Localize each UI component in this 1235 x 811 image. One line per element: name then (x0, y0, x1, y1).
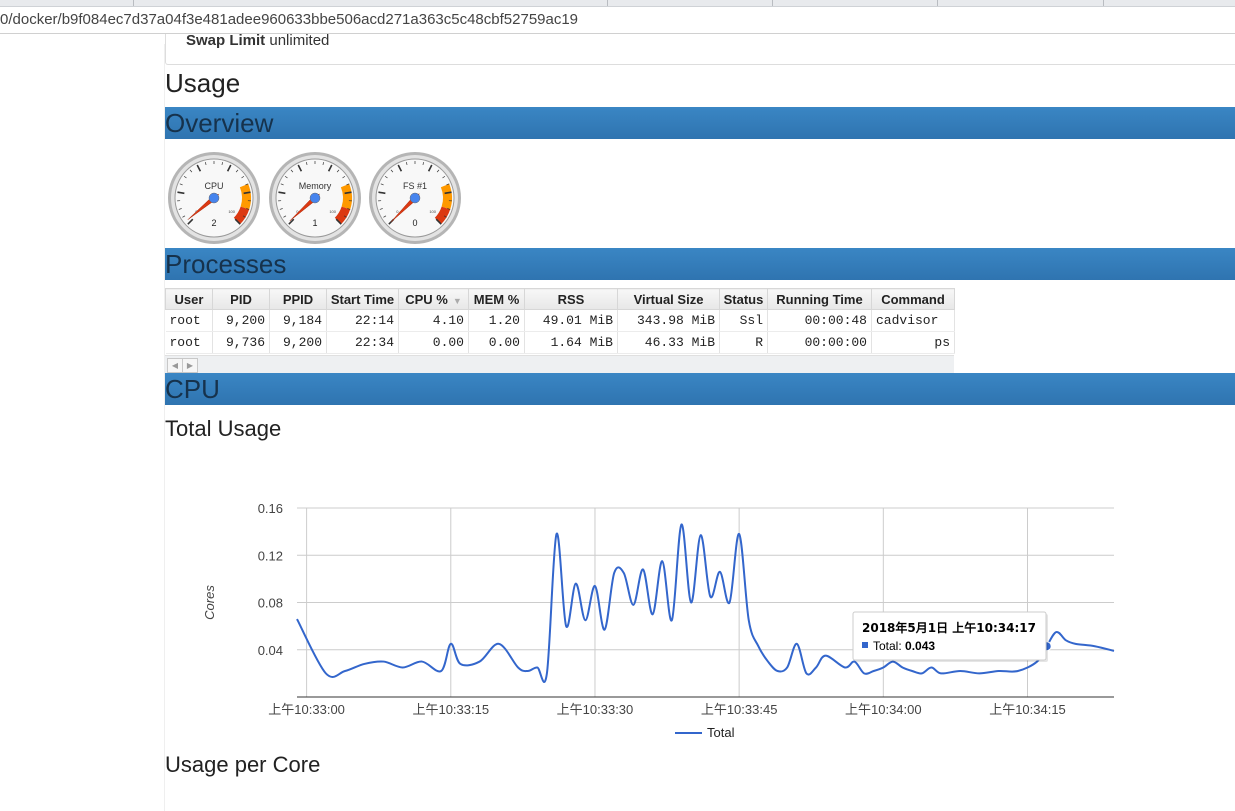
process-cell-user: root (165, 331, 213, 354)
fs-gauge-tick (444, 191, 452, 195)
browser-tab-strip (0, 0, 1235, 7)
processes-header-row: User PID PPID Start Time CPU % ▼ MEM % RSS Virtu… (165, 288, 955, 310)
process-cell-rss: 1.64 MiB (524, 331, 618, 354)
address-url: 0/docker/b9f084ec7d37a04f3e481adee960633… (0, 11, 579, 28)
process-cell-start-time: 22:34 (326, 331, 399, 354)
cpu-gauge-tick (243, 191, 251, 195)
cpu-gauge-tick (177, 191, 185, 195)
memory-gauge-label: Memory (299, 181, 332, 191)
process-row: root 9,736 9,200 22:34 0.00 0.00 1.64 MiB 46.33… (165, 331, 955, 354)
fs-gauge: FS #10 1000 (369, 152, 461, 244)
process-cell-running-time: 00:00:00 (767, 331, 872, 354)
fs-gauge-max-label: 100 (429, 209, 436, 214)
swap-limit-value: unlimited (269, 34, 330, 49)
process-cell-ppid: 9,184 (269, 309, 327, 332)
process-cell-start-time: 22:14 (326, 309, 399, 332)
column-header-virtual-size[interactable]: Virtual Size (617, 288, 720, 310)
process-cell-cpu: 4.10 (398, 309, 469, 332)
process-row: root 9,200 9,184 22:14 4.10 1.20 49.01 MiB 343.… (165, 309, 955, 332)
x-tick-label: 上午10:33:00 (268, 702, 345, 717)
usage-per-core-heading: Usage per Core (165, 752, 321, 777)
table-horizontal-scrollbar[interactable]: ◀ ▶ (165, 355, 954, 373)
column-header-user[interactable]: User (165, 288, 213, 310)
processes-section-bar: Processes (165, 248, 1235, 280)
y-tick-label: 0.04 (258, 643, 283, 658)
column-header-running-time[interactable]: Running Time (767, 288, 872, 310)
address-bar[interactable]: 0/docker/b9f084ec7d37a04f3e481adee960633… (0, 7, 1235, 34)
total-usage-heading: Total Usage (165, 416, 282, 441)
process-cell-rss: 49.01 MiB (524, 309, 618, 332)
y-tick-label: 0.16 (258, 501, 283, 516)
tooltip-series-swatch (862, 642, 868, 648)
processes-table: User PID PPID Start Time CPU % ▼ MEM % RSS Virtu… (165, 288, 955, 354)
process-cell-command: ps (871, 331, 955, 354)
fs-gauge-value: 0 (412, 218, 417, 228)
processes-title: Processes (165, 249, 287, 279)
process-cell-running-time: 00:00:48 (767, 309, 872, 332)
process-cell-status: R (719, 331, 768, 354)
swap-limit-label: Swap Limit (186, 34, 266, 49)
cpu-gauge-needle-hub (208, 192, 220, 204)
memory-gauge-max-label: 100 (329, 209, 336, 214)
fs-gauge-needle-hub (409, 192, 421, 204)
process-cell-virtual-size: 46.33 MiB (617, 331, 720, 354)
process-cell-command: cadvisor (871, 309, 955, 332)
total-usage-chart: 0.16 0.12 0.08 0.04 上午10:33:00 上午10:33:15 上午10… (165, 450, 1235, 750)
tooltip-title: 2018年5月1日 上午10:34:17 (862, 620, 1036, 635)
chart-tooltip: 2018年5月1日 上午10:34:17 Total: 0.043 (852, 611, 1048, 662)
tooltip-series-row: Total: 0.043 (873, 639, 935, 653)
memory-gauge-tick (344, 191, 352, 195)
process-cell-ppid: 9,200 (269, 331, 327, 354)
x-tick-label: 上午10:33:45 (701, 702, 778, 717)
x-tick-label: 上午10:34:15 (989, 702, 1066, 717)
process-cell-mem: 1.20 (468, 309, 525, 332)
overview-section-bar: Overview (165, 107, 1235, 139)
limits-panel: Swap Limit unlimited (165, 34, 1235, 65)
column-header-rss[interactable]: RSS (524, 288, 618, 310)
y-tick-label: 0.12 (258, 548, 283, 563)
y-axis-label: Cores (202, 585, 217, 620)
chart-legend: Total (675, 725, 735, 740)
total-usage-chart-svg: 0.16 0.12 0.08 0.04 上午10:33:00 上午10:33:15 上午10… (202, 501, 1115, 740)
x-tick-label: 上午10:34:00 (845, 702, 922, 717)
process-cell-pid: 9,200 (212, 309, 270, 332)
cpu-title: CPU (165, 374, 220, 404)
cpu-gauge-label: CPU (204, 181, 223, 191)
usage-heading: Usage (165, 68, 241, 98)
x-tick-label: 上午10:33:30 (557, 702, 634, 717)
overview-title: Overview (165, 108, 274, 138)
process-cell-user: root (165, 309, 213, 332)
chart-gridlines (297, 507, 1114, 697)
process-cell-virtual-size: 343.98 MiB (617, 309, 720, 332)
column-header-pid[interactable]: PID (212, 288, 270, 310)
process-cell-mem: 0.00 (468, 331, 525, 354)
column-header-status[interactable]: Status (719, 288, 768, 310)
column-header-ppid[interactable]: PPID (269, 288, 327, 310)
x-tick-label: 上午10:33:15 (412, 702, 489, 717)
tooltip-series-name: Total: (873, 639, 905, 653)
scroll-right-arrow-icon[interactable]: ▶ (182, 358, 198, 373)
cpu-gauge-value: 2 (211, 218, 216, 228)
memory-gauge: Memory0 1001 (269, 152, 361, 244)
tooltip-value: 0.043 (905, 639, 935, 653)
cpu-gauge-max-label: 100 (228, 209, 235, 214)
memory-gauge-needle-hub (309, 192, 321, 204)
cpu-section-bar: CPU (165, 373, 1235, 405)
process-cell-cpu: 0.00 (398, 331, 469, 354)
process-cell-pid: 9,736 (212, 331, 270, 354)
cpu-gauge: CPU01002 (168, 152, 260, 244)
memory-gauge-value: 1 (312, 218, 317, 228)
column-header-cpu[interactable]: CPU % ▼ (398, 288, 469, 310)
column-header-start-time[interactable]: Start Time (326, 288, 399, 310)
fs-gauge-tick (378, 191, 386, 195)
legend-label-total: Total (707, 725, 735, 740)
column-header-mem[interactable]: MEM % (468, 288, 525, 310)
sort-descending-icon: ▼ (452, 295, 462, 306)
process-cell-status: Ssl (719, 309, 768, 332)
fs-gauge-label: FS #1 (403, 181, 427, 191)
y-tick-label: 0.08 (258, 596, 283, 611)
scroll-left-arrow-icon[interactable]: ◀ (167, 358, 183, 373)
memory-gauge-tick (278, 191, 286, 195)
column-header-command[interactable]: Command (871, 288, 955, 310)
